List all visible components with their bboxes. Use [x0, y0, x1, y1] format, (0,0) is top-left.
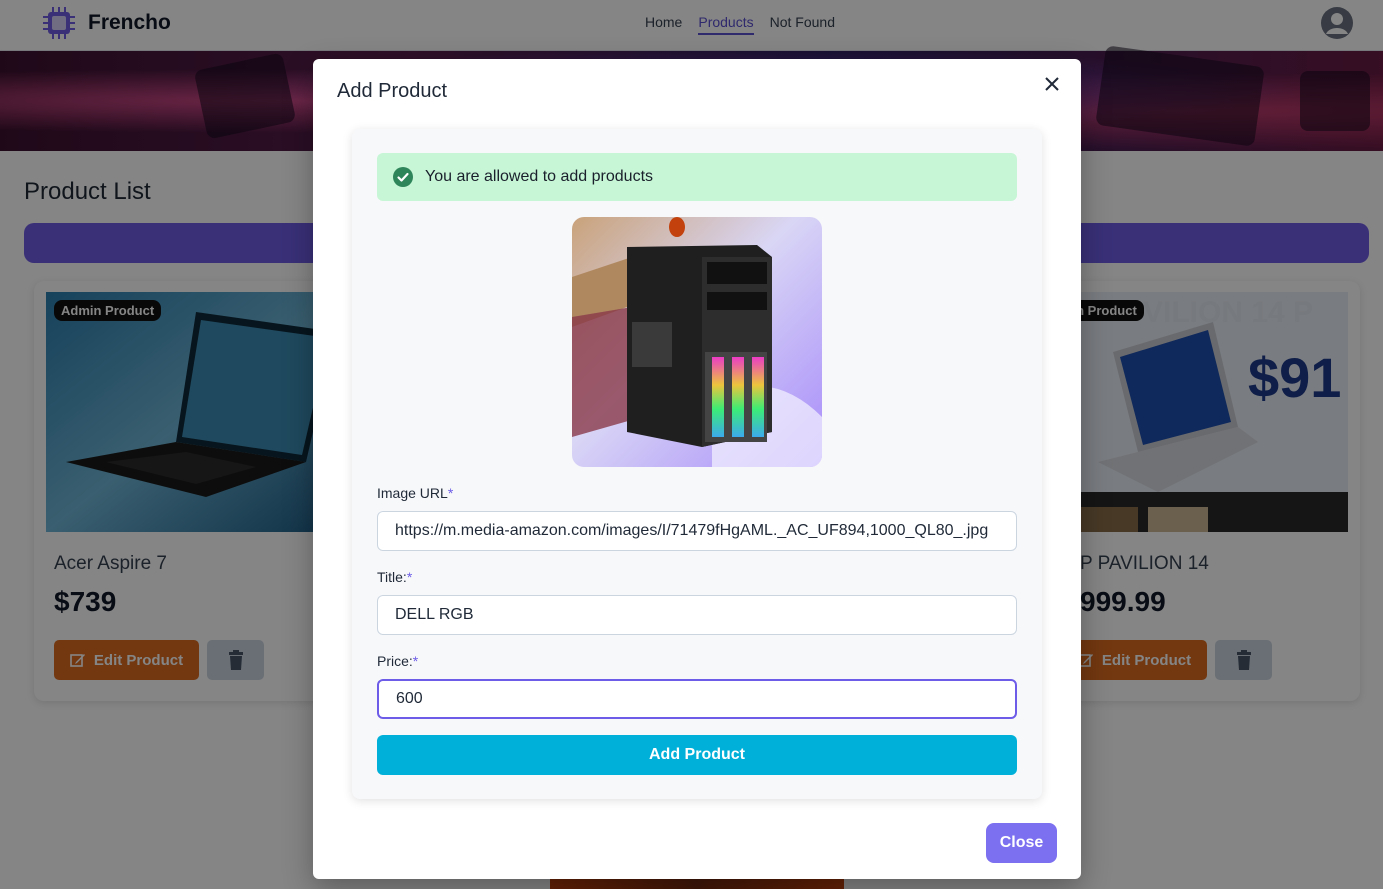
required-mark: *: [412, 653, 419, 669]
price-input[interactable]: [377, 679, 1017, 719]
required-mark: *: [406, 569, 413, 585]
close-icon[interactable]: [1039, 71, 1065, 97]
price-label: Price:*: [377, 653, 419, 669]
check-circle-icon: [393, 167, 413, 187]
success-alert: You are allowed to add products: [377, 153, 1017, 201]
image-url-label: Image URL*: [377, 485, 454, 501]
product-image-preview: [572, 217, 822, 467]
add-product-modal: Add Product You are allowed to add produ…: [313, 59, 1081, 879]
add-product-button[interactable]: Add Product: [377, 735, 1017, 775]
image-url-input[interactable]: [377, 511, 1017, 551]
modal-title: Add Product: [337, 80, 448, 102]
title-input[interactable]: [377, 595, 1017, 635]
alert-message: You are allowed to add products: [425, 168, 654, 185]
add-product-form: You are allowed to add products Image UR…: [352, 129, 1042, 799]
required-mark: *: [447, 485, 454, 501]
title-label: Title:*: [377, 569, 413, 585]
close-button[interactable]: Close: [986, 823, 1057, 863]
